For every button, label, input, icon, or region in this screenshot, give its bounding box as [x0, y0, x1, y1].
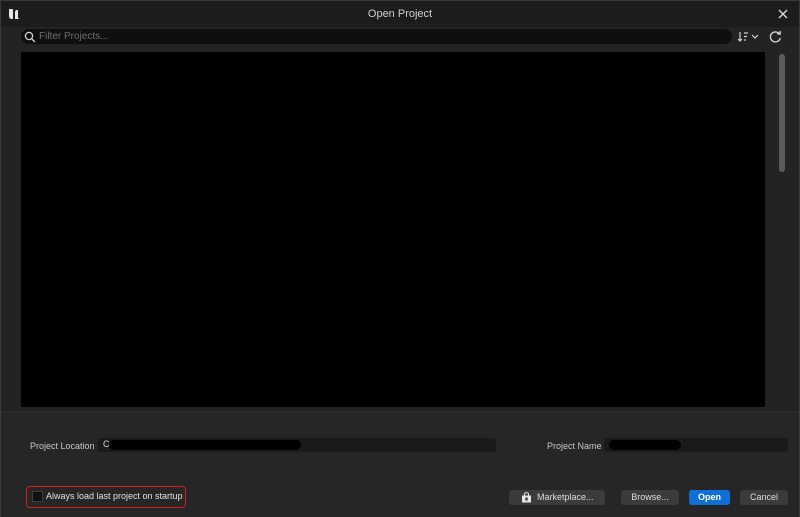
search-bar: [21, 29, 732, 44]
cancel-button[interactable]: Cancel: [740, 490, 788, 505]
scrollbar[interactable]: [779, 52, 785, 407]
always-load-option[interactable]: Always load last project on startup: [26, 486, 186, 508]
marketplace-button[interactable]: Marketplace...: [509, 490, 605, 505]
always-load-checkbox[interactable]: [32, 491, 43, 502]
sort-icon[interactable]: [737, 29, 761, 44]
window-title: Open Project: [367, 8, 433, 20]
always-load-label: Always load last project on startup: [46, 491, 183, 501]
browse-button[interactable]: Browse...: [621, 490, 679, 505]
marketplace-bag-icon: [522, 492, 531, 503]
search-icon: [24, 31, 36, 43]
close-icon[interactable]: [775, 6, 791, 22]
scrollbar-thumb[interactable]: [779, 54, 785, 172]
project-list-area[interactable]: [21, 52, 765, 407]
refresh-icon[interactable]: [768, 29, 783, 44]
redaction-bar: [109, 440, 301, 450]
project-location-label: Project Location: [30, 441, 95, 451]
open-button[interactable]: Open: [689, 490, 730, 505]
title-bar: Open Project: [1, 1, 799, 27]
marketplace-button-label: Marketplace...: [537, 492, 594, 502]
redaction-bar: [609, 440, 681, 450]
project-name-label: Project Name: [547, 441, 602, 451]
open-project-window: Open Project Project Location C Project …: [0, 0, 800, 517]
search-input[interactable]: [39, 29, 719, 44]
